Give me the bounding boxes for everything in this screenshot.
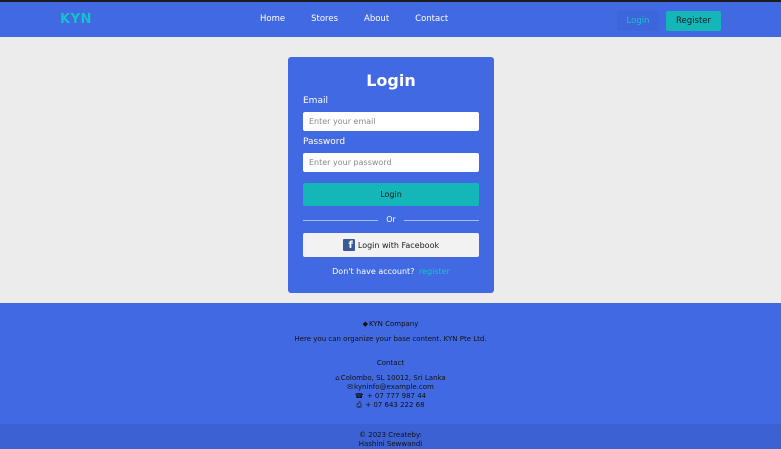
nav-link-contact[interactable]: Contact	[415, 14, 448, 24]
phone-icon: ☎	[354, 392, 364, 400]
footer-email-text[interactable]: kyninfo@example.com	[354, 383, 434, 391]
footer-fax-text: + 07 643 222 68	[365, 401, 425, 409]
password-label: Password	[303, 137, 346, 147]
register-link[interactable]: register	[419, 267, 450, 276]
printer-icon: ⎙	[356, 401, 363, 409]
footer-fax: ⎙ + 07 643 222 68	[0, 401, 781, 410]
footer-address-text: Colombo, SL 10012, Sri Lanka	[340, 374, 446, 382]
login-submit-button[interactable]: Login	[303, 183, 479, 206]
signup-prompt-row: Don't have account? register	[288, 267, 494, 276]
nav-link-home[interactable]: Home	[260, 14, 285, 24]
footer-address: ⌂Colombo, SL 10012, Sri Lanka	[0, 374, 781, 382]
gem-icon: ◆	[362, 320, 368, 328]
login-title: Login	[366, 71, 416, 90]
footer-email: ✉kyninfo@example.com	[0, 383, 781, 391]
nav-register-button[interactable]: Register	[666, 11, 721, 31]
facebook-login-button[interactable]: f Login with Facebook	[303, 233, 479, 257]
copyright-line-1: © 2023 Createby:	[359, 431, 422, 439]
facebook-icon: f	[342, 239, 355, 251]
navbar: KYN Home Stores About Contact Login Regi…	[0, 2, 781, 37]
nav-menu: Home Stores About Contact	[260, 14, 474, 24]
facebook-login-label: Login with Facebook	[357, 240, 440, 250]
nav-login-button[interactable]: Login	[617, 11, 659, 31]
brand-logo[interactable]: KYN	[60, 12, 92, 27]
footer: ◆KYN Company Here you can organize your …	[0, 303, 781, 424]
footer-company: ◆KYN Company	[0, 320, 781, 328]
copyright-bar: © 2023 Createby: Hashini Sewwandi	[0, 424, 781, 449]
footer-phone-text: + 07 777 987 44	[366, 392, 427, 400]
copyright-line-2: Hashini Sewwandi	[358, 440, 423, 448]
envelope-icon: ✉	[347, 383, 354, 391]
footer-company-name: KYN Company	[369, 320, 419, 328]
nav-link-about[interactable]: About	[364, 14, 389, 24]
divider-right	[404, 220, 479, 221]
password-field[interactable]	[303, 153, 479, 172]
footer-contact-heading: Contact	[376, 359, 405, 367]
home-icon: ⌂	[335, 374, 340, 382]
email-label: Email	[303, 96, 328, 106]
login-card: Login Email Password Login Or f Login wi…	[288, 57, 494, 293]
nav-link-stores[interactable]: Stores	[311, 14, 338, 24]
email-field[interactable]	[303, 112, 479, 131]
signup-prompt-text: Don't have account?	[332, 267, 415, 276]
footer-phone: ☎ + 07 777 987 44	[0, 392, 781, 400]
footer-tagline: Here you can organize your base content.…	[294, 335, 487, 343]
